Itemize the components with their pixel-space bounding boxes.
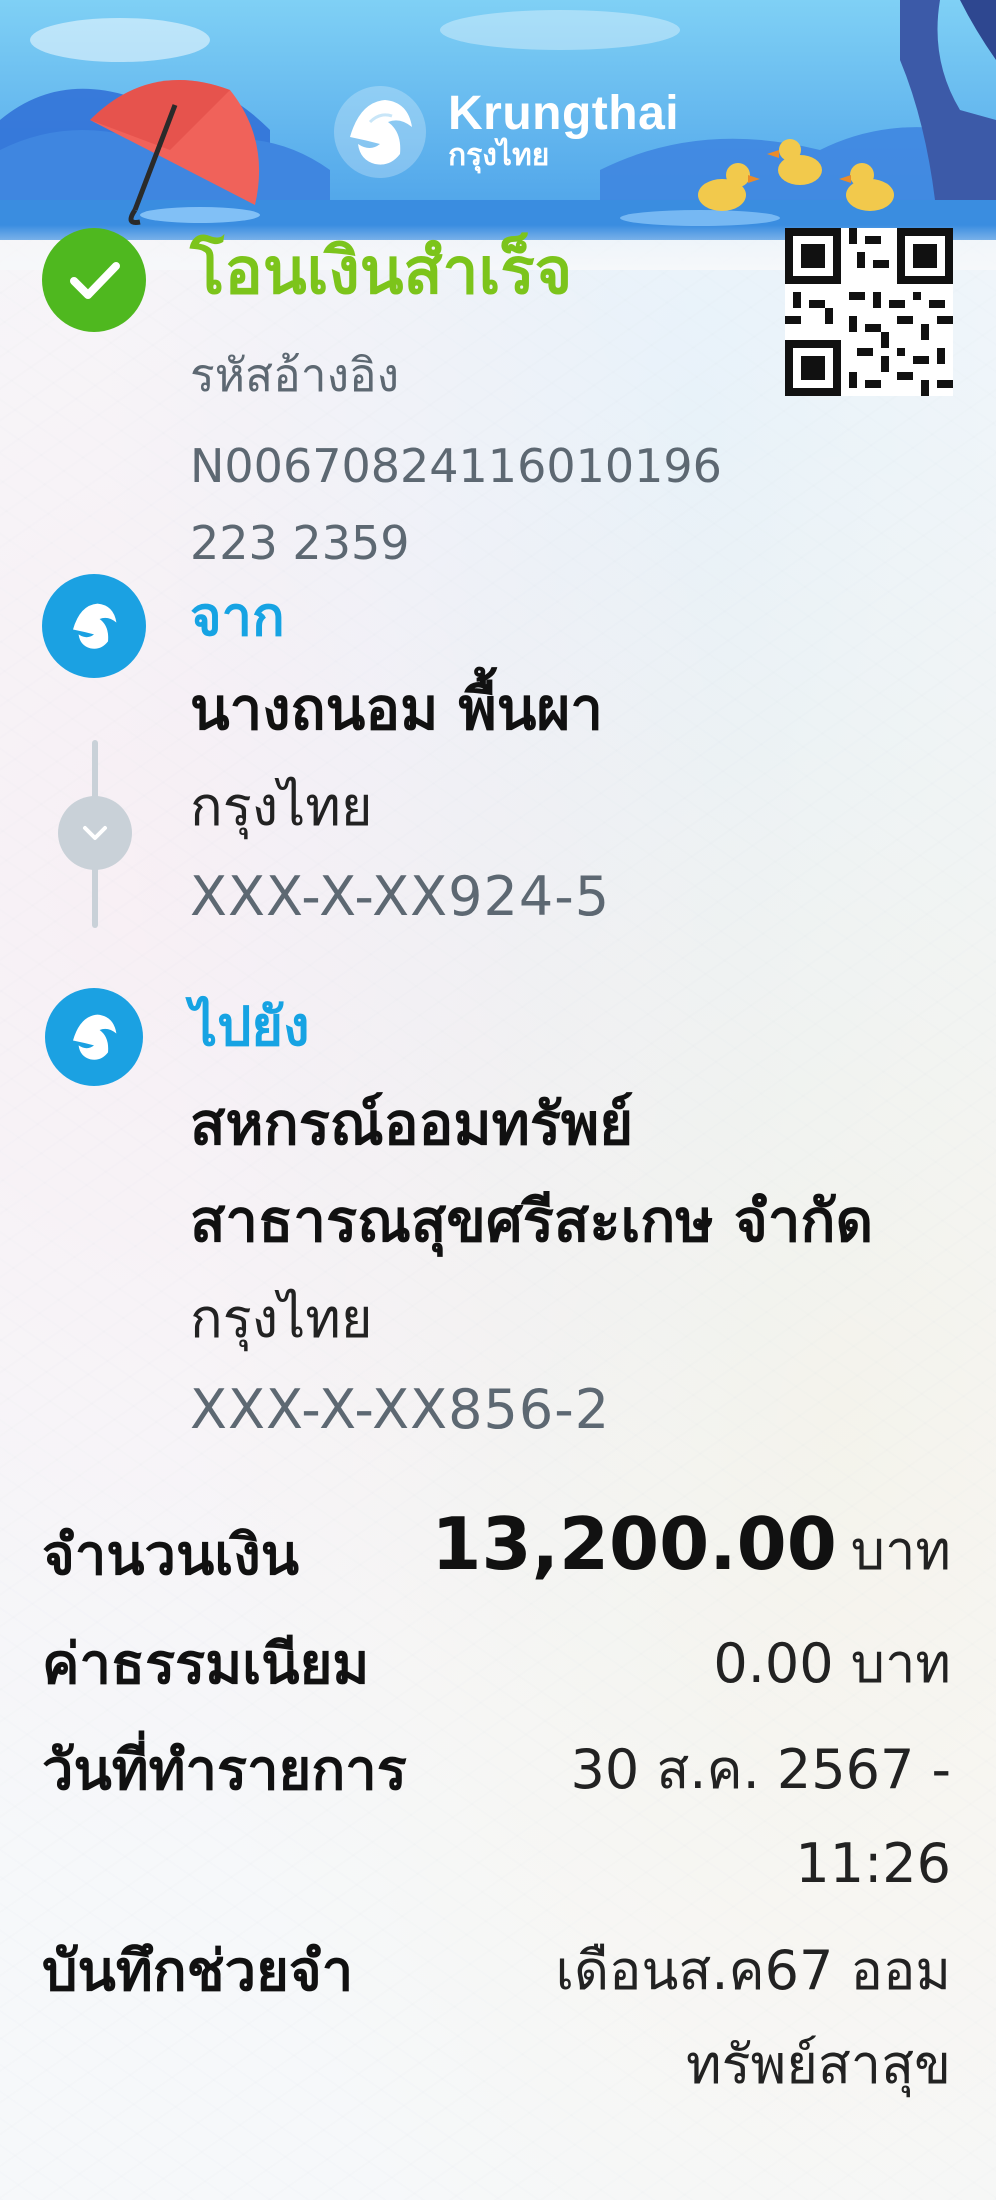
to-bank-logo-icon — [45, 988, 143, 1086]
from-account: XXX-X-XX924-5 — [190, 865, 611, 928]
from-label: จาก — [190, 585, 285, 648]
from-bank-logo-icon — [42, 574, 146, 678]
fee-value: 0.00 บาท — [713, 1632, 951, 1695]
to-bank: กรุงไทย — [190, 1287, 373, 1350]
reference-label: รหัสอ้างอิง — [190, 348, 400, 402]
krungthai-logo: Krungthai กรุงไทย — [330, 82, 679, 182]
to-name-line1: สหกรณ์ออมทรัพย์ — [190, 1090, 634, 1158]
to-account: XXX-X-XX856-2 — [190, 1378, 611, 1441]
amount-label: จำนวนเงิน — [42, 1523, 300, 1588]
amount-value: 13,200.00 — [431, 1502, 837, 1586]
amount-unit: บาท — [850, 1519, 951, 1582]
memo-label: บันทึกช่วยจำ — [42, 1939, 354, 2004]
garuda-bird-icon — [334, 86, 426, 178]
amount-value-group: 13,200.00 บาท — [431, 1508, 951, 1580]
transfer-success-title: โอนเงินสำเร็จ — [190, 235, 573, 309]
chevron-down-icon — [58, 796, 132, 870]
success-check-icon — [42, 228, 146, 332]
brand-name-thai: กรุงไทย — [448, 138, 550, 173]
date-label: วันที่ทำรายการ — [42, 1738, 407, 1803]
memo-line1: เดือนส.ค67 ออม — [555, 1939, 951, 2002]
to-label: ไปยัง — [190, 995, 310, 1058]
memo-line2: ทรัพย์สาสุข — [686, 2033, 951, 2096]
qr-code[interactable] — [785, 228, 953, 396]
to-name-line2: สาธารณสุขศรีสะเกษ จำกัด — [190, 1187, 874, 1255]
reference-number: N00670824116010196223 2359 — [190, 439, 722, 570]
date-line2: 11:26 — [795, 1832, 951, 1895]
date-line1: 30 ส.ค. 2567 - — [570, 1738, 951, 1801]
from-bank: กรุงไทย — [190, 775, 373, 838]
from-name: นางถนอม พื้นผา — [190, 675, 603, 743]
brand-name: Krungthai — [448, 87, 680, 140]
fee-label: ค่าธรรมเนียม — [42, 1632, 370, 1697]
